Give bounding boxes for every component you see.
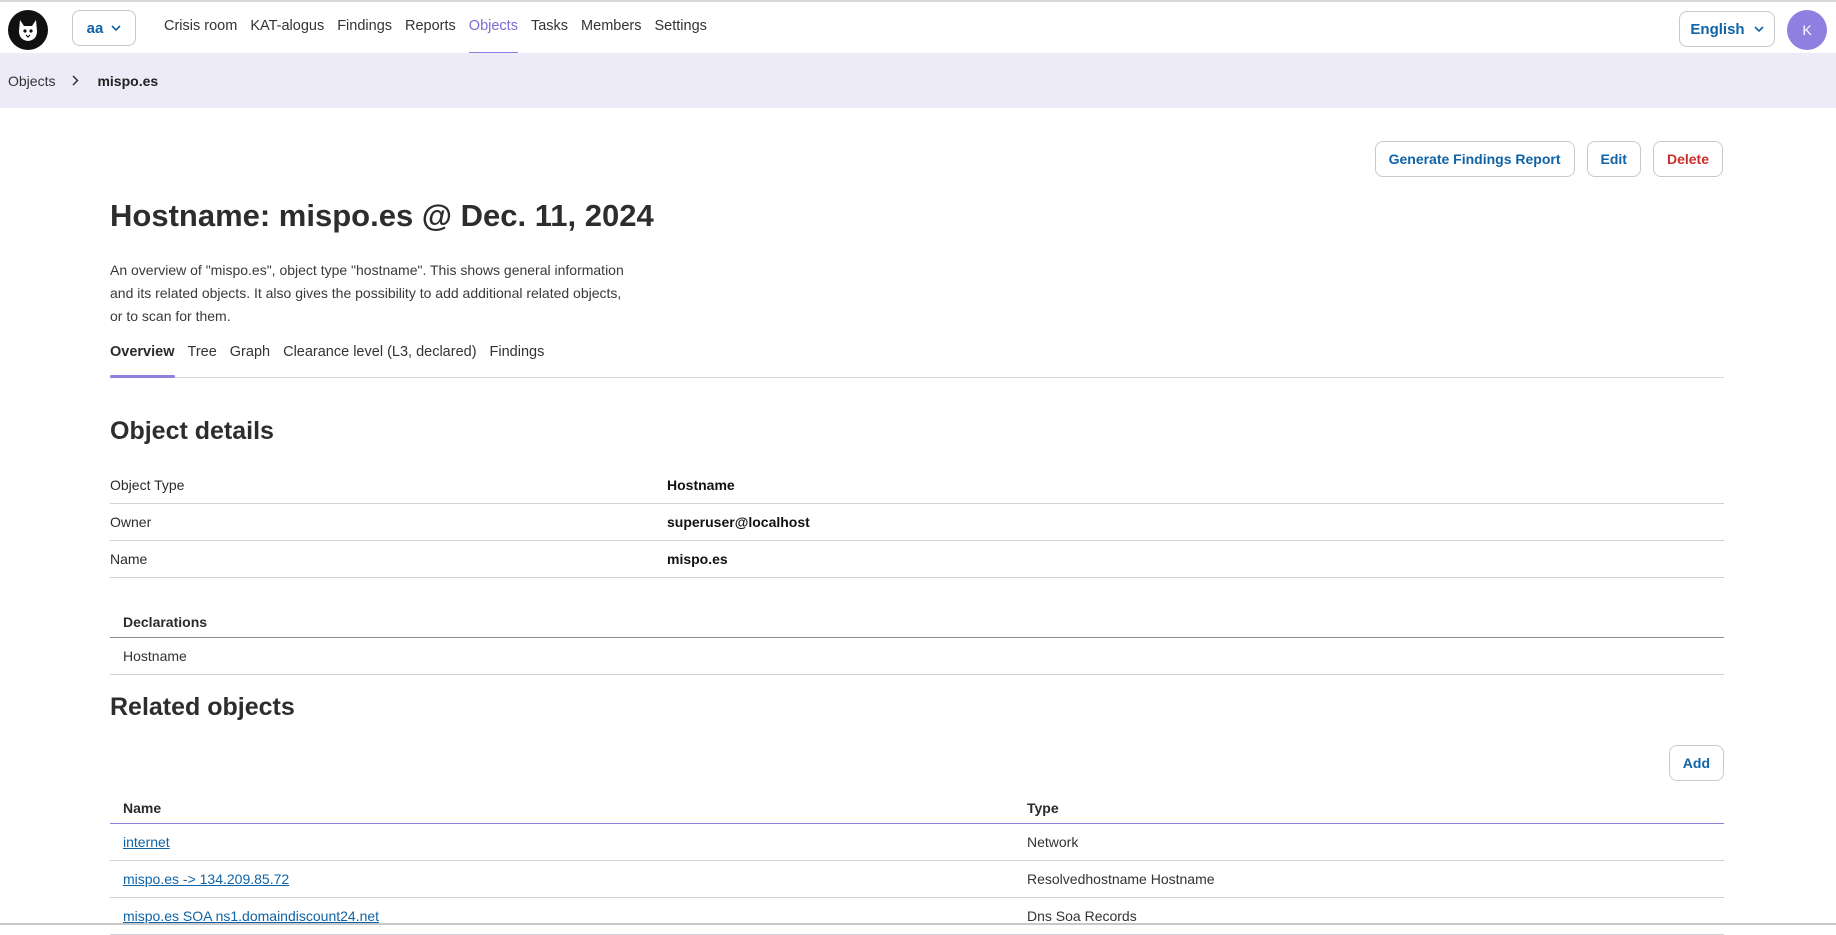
declarations-header: Declarations	[110, 607, 1724, 638]
chevron-down-icon	[1754, 25, 1764, 32]
related-object-link[interactable]: mispo.es -> 134.209.85.72	[123, 871, 289, 887]
tab-findings[interactable]: Findings	[490, 344, 545, 377]
object-details-table: Object Type Hostname Owner superuser@loc…	[110, 467, 1724, 578]
organization-code: aa	[86, 19, 104, 37]
language-selector[interactable]: English	[1679, 11, 1775, 47]
breadcrumb: Objects mispo.es	[0, 53, 1836, 108]
type-cell: Network	[1027, 834, 1079, 850]
related-objects-title: Related objects	[110, 693, 295, 721]
related-objects-table: Name Type internet Network mispo.es -> 1…	[110, 793, 1724, 935]
nav-findings[interactable]: Findings	[337, 2, 392, 55]
declaration-row: Hostname	[110, 638, 1724, 675]
table-row: mispo.es -> 134.209.85.72 Resolvedhostna…	[110, 861, 1724, 898]
detail-row: Object Type Hostname	[110, 467, 1724, 504]
main-navigation: Crisis room KAT-alogus Findings Reports …	[164, 2, 720, 55]
detail-value: superuser@localhost	[667, 514, 810, 530]
name-cell: mispo.es SOA ns1.domaindiscount24.net	[110, 908, 1014, 924]
tab-tree[interactable]: Tree	[188, 344, 217, 377]
nav-kat-alogus[interactable]: KAT-alogus	[250, 2, 324, 55]
name-cell: mispo.es -> 134.209.85.72	[110, 871, 1014, 887]
column-header-name: Name	[123, 800, 162, 816]
declarations-table: Declarations Hostname	[110, 607, 1724, 675]
chevron-down-icon	[111, 24, 121, 31]
object-tabs: Overview Tree Graph Clearance level (L3,…	[110, 344, 1724, 378]
type-cell: Resolvedhostname Hostname	[1027, 871, 1215, 887]
nav-members[interactable]: Members	[581, 2, 641, 55]
top-navigation-bar: aa Crisis room KAT-alogus Findings Repor…	[0, 0, 1836, 55]
related-object-link[interactable]: mispo.es SOA ns1.domaindiscount24.net	[123, 908, 379, 924]
detail-key: Object Type	[110, 477, 185, 493]
language-label: English	[1690, 20, 1745, 38]
nav-settings[interactable]: Settings	[654, 2, 706, 55]
kat-logo-icon[interactable]	[8, 10, 48, 50]
name-cell: internet	[110, 834, 1014, 850]
detail-key: Owner	[110, 514, 152, 530]
detail-row: Owner superuser@localhost	[110, 504, 1724, 541]
detail-row: Name mispo.es	[110, 541, 1724, 578]
tab-clearance-level[interactable]: Clearance level (L3, declared)	[283, 344, 476, 377]
table-row: mispo.es SOA ns1.domaindiscount24.net Dn…	[110, 898, 1724, 935]
detail-value: Hostname	[667, 477, 735, 493]
nav-objects[interactable]: Objects	[468, 2, 519, 55]
chevron-right-icon	[72, 75, 80, 86]
tab-graph[interactable]: Graph	[230, 344, 270, 377]
detail-key: Name	[110, 551, 148, 567]
user-avatar[interactable]: K	[1787, 10, 1827, 50]
related-object-link[interactable]: internet	[123, 834, 170, 850]
type-cell: Dns Soa Records	[1027, 908, 1137, 924]
nav-reports[interactable]: Reports	[405, 2, 456, 55]
edit-button[interactable]: Edit	[1586, 141, 1641, 177]
table-header: Name Type	[110, 793, 1724, 824]
table-row: internet Network	[110, 824, 1724, 861]
add-related-object-button[interactable]: Add	[1668, 745, 1724, 781]
generate-findings-report-button[interactable]: Generate Findings Report	[1374, 141, 1575, 177]
page-actions: Generate Findings Report Edit Delete	[1374, 141, 1723, 177]
detail-value: mispo.es	[667, 551, 728, 567]
column-header-type: Type	[1027, 800, 1059, 816]
nav-tasks[interactable]: Tasks	[531, 2, 568, 55]
nav-crisis-room[interactable]: Crisis room	[164, 2, 237, 55]
tab-overview[interactable]: Overview	[110, 344, 175, 378]
page-title: Hostname: mispo.es @ Dec. 11, 2024	[110, 198, 654, 233]
breadcrumb-current: mispo.es	[97, 72, 159, 89]
organization-selector[interactable]: aa	[72, 10, 136, 46]
breadcrumb-objects-link[interactable]: Objects	[8, 73, 55, 89]
delete-button[interactable]: Delete	[1652, 141, 1723, 177]
object-details-title: Object details	[110, 417, 274, 445]
page-intro: An overview of "mispo.es", object type "…	[110, 262, 624, 324]
